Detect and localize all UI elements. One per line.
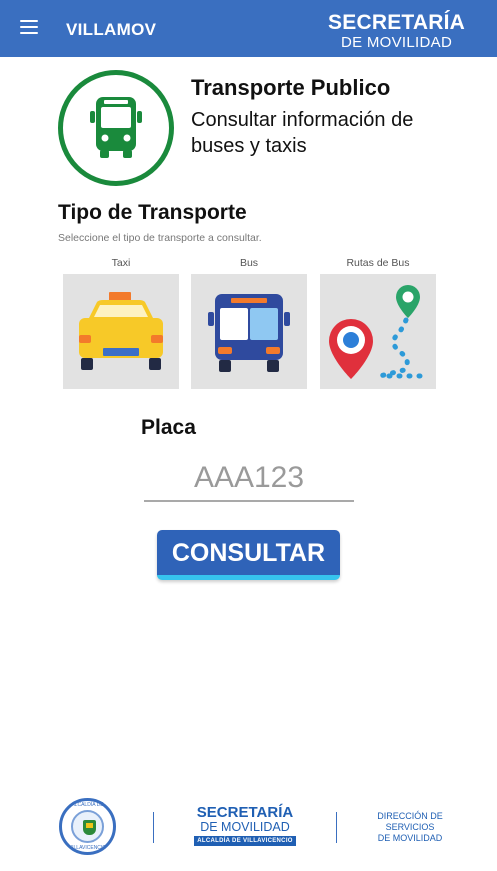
taxi-option[interactable]	[63, 274, 179, 389]
brand-line-1: SECRETARÍA	[328, 11, 465, 34]
footer-brand-line-3: ALCALDÍA DE VILLAVICENCIO	[194, 835, 296, 846]
app-bar: VILLAMOV SECRETARÍA DE MOVILIDAD	[0, 0, 497, 57]
page-subtitle: Consultar información de buses y taxis	[191, 109, 414, 157]
menu-icon[interactable]	[20, 20, 38, 36]
transport-type-title: Tipo de Transporte	[58, 201, 247, 224]
footer-dir-line-1: DIRECCIÓN DE	[377, 811, 443, 821]
transport-type-hint: Seleccione el tipo de transporte a consu…	[58, 232, 262, 244]
consult-button[interactable]: CONSULTAR	[157, 530, 340, 580]
bus-option[interactable]	[191, 274, 307, 389]
seal-text-top: ALCALDÍA DE	[71, 802, 104, 808]
taxi-label: Taxi	[111, 257, 131, 269]
secretaria-logo: SECRETARÍA DE MOVILIDAD	[328, 12, 465, 50]
footer-divider	[153, 812, 154, 843]
app-title: VILLAMOV	[66, 20, 157, 39]
page-title: Transporte Publico	[191, 75, 391, 100]
plate-input[interactable]	[144, 456, 354, 502]
footer-dir-line-2: SERVICIOS	[385, 822, 435, 832]
seal-text-bottom: VILLAVICENCIO	[68, 845, 107, 851]
route-map-icon	[329, 285, 423, 379]
plate-label: Placa	[141, 416, 196, 439]
footer-dir-line-3: DE MOVILIDAD	[377, 833, 443, 843]
brand-line-2: DE MOVILIDAD	[340, 34, 453, 51]
seal-text: ALCALDÍA DE VILLAVICENCIO	[59, 798, 116, 855]
footer-divider	[336, 812, 337, 843]
public-transport-bus-icon	[58, 70, 174, 186]
bus-label: Bus	[239, 257, 259, 269]
footer-direccion-logo: DIRECCIÓN DE SERVICIOS DE MOVILIDAD	[370, 811, 450, 844]
footer-brand-line-2: DE MOVILIDAD	[200, 820, 290, 834]
taxi-icon	[79, 292, 163, 370]
bus-routes-option[interactable]	[320, 274, 436, 389]
footer-secretaria-logo: SECRETARÍA DE MOVILIDAD ALCALDÍA DE VILL…	[194, 805, 296, 846]
bus-routes-label: Rutas de Bus	[346, 257, 410, 269]
bus-icon	[208, 294, 290, 372]
footer-brand-line-1: SECRETARÍA	[196, 804, 294, 821]
